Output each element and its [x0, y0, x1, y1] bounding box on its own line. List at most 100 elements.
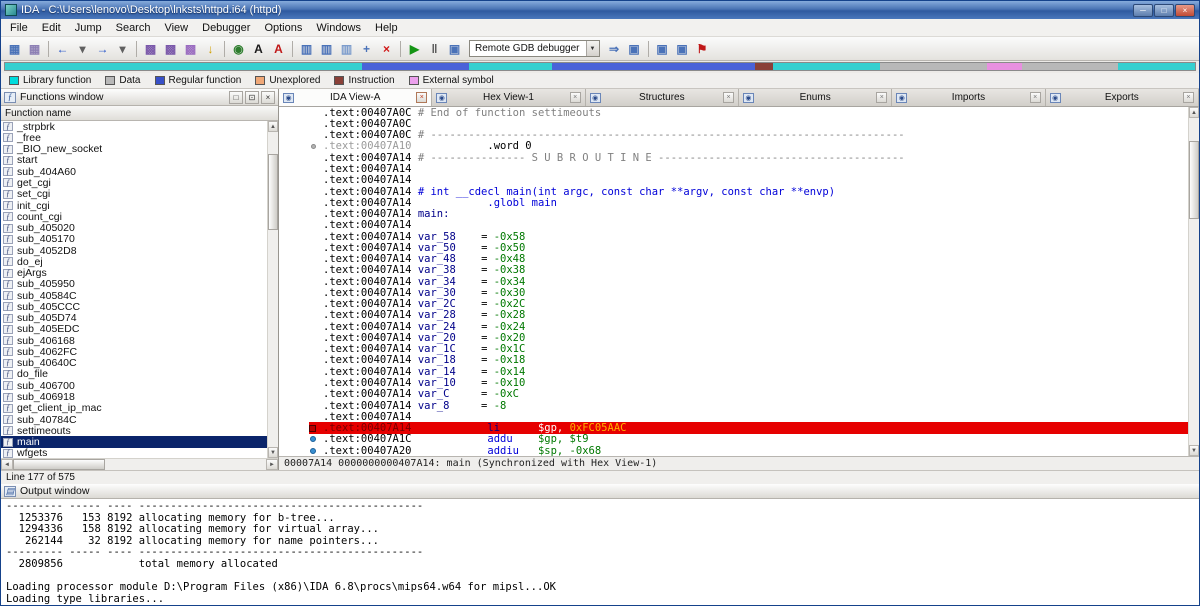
- scroll-track[interactable]: [1189, 118, 1199, 445]
- function-item[interactable]: ƒ _free: [1, 132, 267, 144]
- graph-view-icon[interactable]: ◉: [229, 39, 248, 58]
- menu-options[interactable]: Options: [257, 21, 309, 35]
- disasm-line[interactable]: .text:00407A20 addiu $sp, -0x68: [279, 445, 1188, 456]
- function-item[interactable]: ƒ get_client_ip_mac: [1, 402, 267, 414]
- scroll-thumb[interactable]: [268, 154, 278, 230]
- function-item[interactable]: ƒ count_cgi: [1, 211, 267, 223]
- title-bar[interactable]: IDA - C:\Users\lenovo\Desktop\lnksts\htt…: [1, 1, 1199, 19]
- disasm-line[interactable]: .text:00407A1C addu $gp, $t9: [279, 433, 1188, 445]
- disasm-line[interactable]: .text:00407A14 var_30 = -0x30: [279, 287, 1188, 299]
- function-item[interactable]: ƒ sub_405CCC: [1, 301, 267, 313]
- function-item[interactable]: ƒ sub_405EDC: [1, 323, 267, 335]
- debugger-select[interactable]: Remote GDB debugger ▼: [469, 40, 600, 57]
- maximize-button[interactable]: □: [1154, 3, 1174, 17]
- open-database-icon[interactable]: ▦: [5, 39, 24, 58]
- cancel-icon[interactable]: ×: [377, 39, 396, 58]
- tab-close-icon[interactable]: ×: [416, 92, 428, 103]
- jump-address-icon[interactable]: ↓: [201, 39, 220, 58]
- disasm-vertical-scrollbar[interactable]: ▲ ▼: [1188, 107, 1199, 456]
- scroll-thumb[interactable]: [13, 459, 105, 470]
- function-item[interactable]: ƒ settimeouts: [1, 425, 267, 437]
- step-into-icon[interactable]: ⇒: [605, 39, 624, 58]
- function-item[interactable]: ƒ main: [1, 436, 267, 448]
- disasm-line[interactable]: .text:00407A0C: [279, 118, 1188, 130]
- disasm-line[interactable]: .text:00407A14 # --------------- S U B R…: [279, 152, 1188, 164]
- stop-debugger-icon[interactable]: ▣: [445, 39, 464, 58]
- close-button[interactable]: ×: [1175, 3, 1195, 17]
- functions-restore-button[interactable]: ⊡: [245, 90, 259, 104]
- back-dropdown-icon[interactable]: ▾: [73, 39, 92, 58]
- menu-file[interactable]: File: [3, 21, 35, 35]
- function-item[interactable]: ƒ sub_406168: [1, 335, 267, 347]
- scroll-track[interactable]: [268, 132, 278, 447]
- add-structure-icon[interactable]: +: [357, 39, 376, 58]
- function-item[interactable]: ƒ do_file: [1, 368, 267, 380]
- tab-close-icon[interactable]: ×: [722, 92, 734, 103]
- disasm-line[interactable]: .text:00407A14 var_38 = -0x38: [279, 264, 1188, 276]
- disasm-line[interactable]: .text:00407A14: [279, 174, 1188, 186]
- disasm-line[interactable]: .text:00407A14 var_48 = -0x48: [279, 253, 1188, 265]
- disasm-line[interactable]: .text:00407A14 var_28 = -0x28: [279, 309, 1188, 321]
- disasm-line[interactable]: .text:00407A14 var_2C = -0x2C: [279, 298, 1188, 310]
- function-item[interactable]: ƒ _BIO_new_socket: [1, 143, 267, 155]
- menu-debugger[interactable]: Debugger: [195, 21, 257, 35]
- scroll-up-icon[interactable]: ▲: [1189, 107, 1199, 118]
- disasm-line[interactable]: .text:00407A14 var_C = -0xC: [279, 388, 1188, 400]
- function-item[interactable]: ƒ sub_405D74: [1, 312, 267, 324]
- chart-calls-icon[interactable]: ▥: [317, 39, 336, 58]
- back-icon[interactable]: ←: [53, 39, 72, 58]
- functions-vertical-scrollbar[interactable]: ▲ ▼: [267, 121, 278, 458]
- scroll-thumb[interactable]: [1189, 140, 1199, 220]
- function-item[interactable]: ƒ sub_406700: [1, 380, 267, 392]
- functions-close-button[interactable]: ×: [261, 90, 275, 104]
- function-item[interactable]: ƒ sub_40784C: [1, 414, 267, 426]
- disasm-line[interactable]: .text:00407A14 # int __cdecl main(int ar…: [279, 186, 1188, 198]
- menu-search[interactable]: Search: [109, 21, 158, 35]
- tab-close-icon[interactable]: ×: [569, 92, 581, 103]
- menu-view[interactable]: View: [157, 21, 195, 35]
- watches-icon[interactable]: ▣: [673, 39, 692, 58]
- tab-exports[interactable]: ◉ Exports ×: [1045, 89, 1199, 106]
- disasm-line[interactable]: .text:00407A14 var_10 = -0x10: [279, 377, 1188, 389]
- tab-close-icon[interactable]: ×: [1182, 92, 1194, 103]
- navigation-band[interactable]: [4, 62, 1196, 71]
- disasm-line[interactable]: .text:00407A14 var_8 = -8: [279, 400, 1188, 412]
- tab-close-icon[interactable]: ×: [1029, 92, 1041, 103]
- tab-ida-view-a[interactable]: ◉ IDA View-A ×: [279, 89, 433, 106]
- minimize-button[interactable]: ─: [1133, 3, 1153, 17]
- disasm-line[interactable]: .text:00407A14 var_18 = -0x18: [279, 354, 1188, 366]
- function-item[interactable]: ƒ sub_405950: [1, 278, 267, 290]
- disasm-line[interactable]: .text:00407A14 var_1C = -0x1C: [279, 343, 1188, 355]
- disasm-line[interactable]: .text:00407A0C # End of function settime…: [279, 107, 1188, 119]
- disasm-line[interactable]: .text:00407A14 .globl main: [279, 197, 1188, 209]
- disasm-line[interactable]: .text:00407A14: [279, 163, 1188, 175]
- menu-edit[interactable]: Edit: [35, 21, 68, 35]
- function-item[interactable]: ƒ start: [1, 154, 267, 166]
- output-window-header[interactable]: ▤ Output window: [1, 484, 1199, 499]
- function-item[interactable]: ƒ wfgets: [1, 447, 267, 458]
- disasm-line[interactable]: .text:00407A14 var_20 = -0x20: [279, 332, 1188, 344]
- disassembly-view[interactable]: .text:00407A0C # End of function settime…: [279, 107, 1188, 456]
- scroll-down-icon[interactable]: ▼: [268, 447, 278, 458]
- menu-windows[interactable]: Windows: [309, 21, 368, 35]
- function-item[interactable]: ƒ sub_405170: [1, 233, 267, 245]
- function-item[interactable]: ƒ sub_4062FC: [1, 346, 267, 358]
- function-item[interactable]: ƒ sub_40584C: [1, 290, 267, 302]
- disasm-line[interactable]: .text:00407A14 var_58 = -0x58: [279, 231, 1188, 243]
- function-name-column-header[interactable]: Function name: [1, 106, 278, 121]
- function-item[interactable]: ƒ _strpbrk: [1, 121, 267, 133]
- function-item[interactable]: ƒ sub_40640C: [1, 357, 267, 369]
- function-item[interactable]: ƒ do_ej: [1, 256, 267, 268]
- tab-close-icon[interactable]: ×: [876, 92, 888, 103]
- disasm-line[interactable]: .text:00407A14 var_14 = -0x14: [279, 366, 1188, 378]
- function-item[interactable]: ƒ set_cgi: [1, 188, 267, 200]
- tab-imports[interactable]: ◉ Imports ×: [892, 89, 1046, 106]
- function-item[interactable]: ƒ sub_4052D8: [1, 245, 267, 257]
- save-database-icon[interactable]: ▦: [25, 39, 44, 58]
- flag-icon[interactable]: ⚑: [693, 39, 712, 58]
- pause-debugger-icon[interactable]: ‖: [425, 39, 444, 58]
- disasm-line[interactable]: .text:00407A14 var_50 = -0x50: [279, 242, 1188, 254]
- function-item[interactable]: ƒ sub_406918: [1, 391, 267, 403]
- disasm-line[interactable]: .text:00407A14: [279, 411, 1188, 423]
- breakpoints-icon[interactable]: ▣: [653, 39, 672, 58]
